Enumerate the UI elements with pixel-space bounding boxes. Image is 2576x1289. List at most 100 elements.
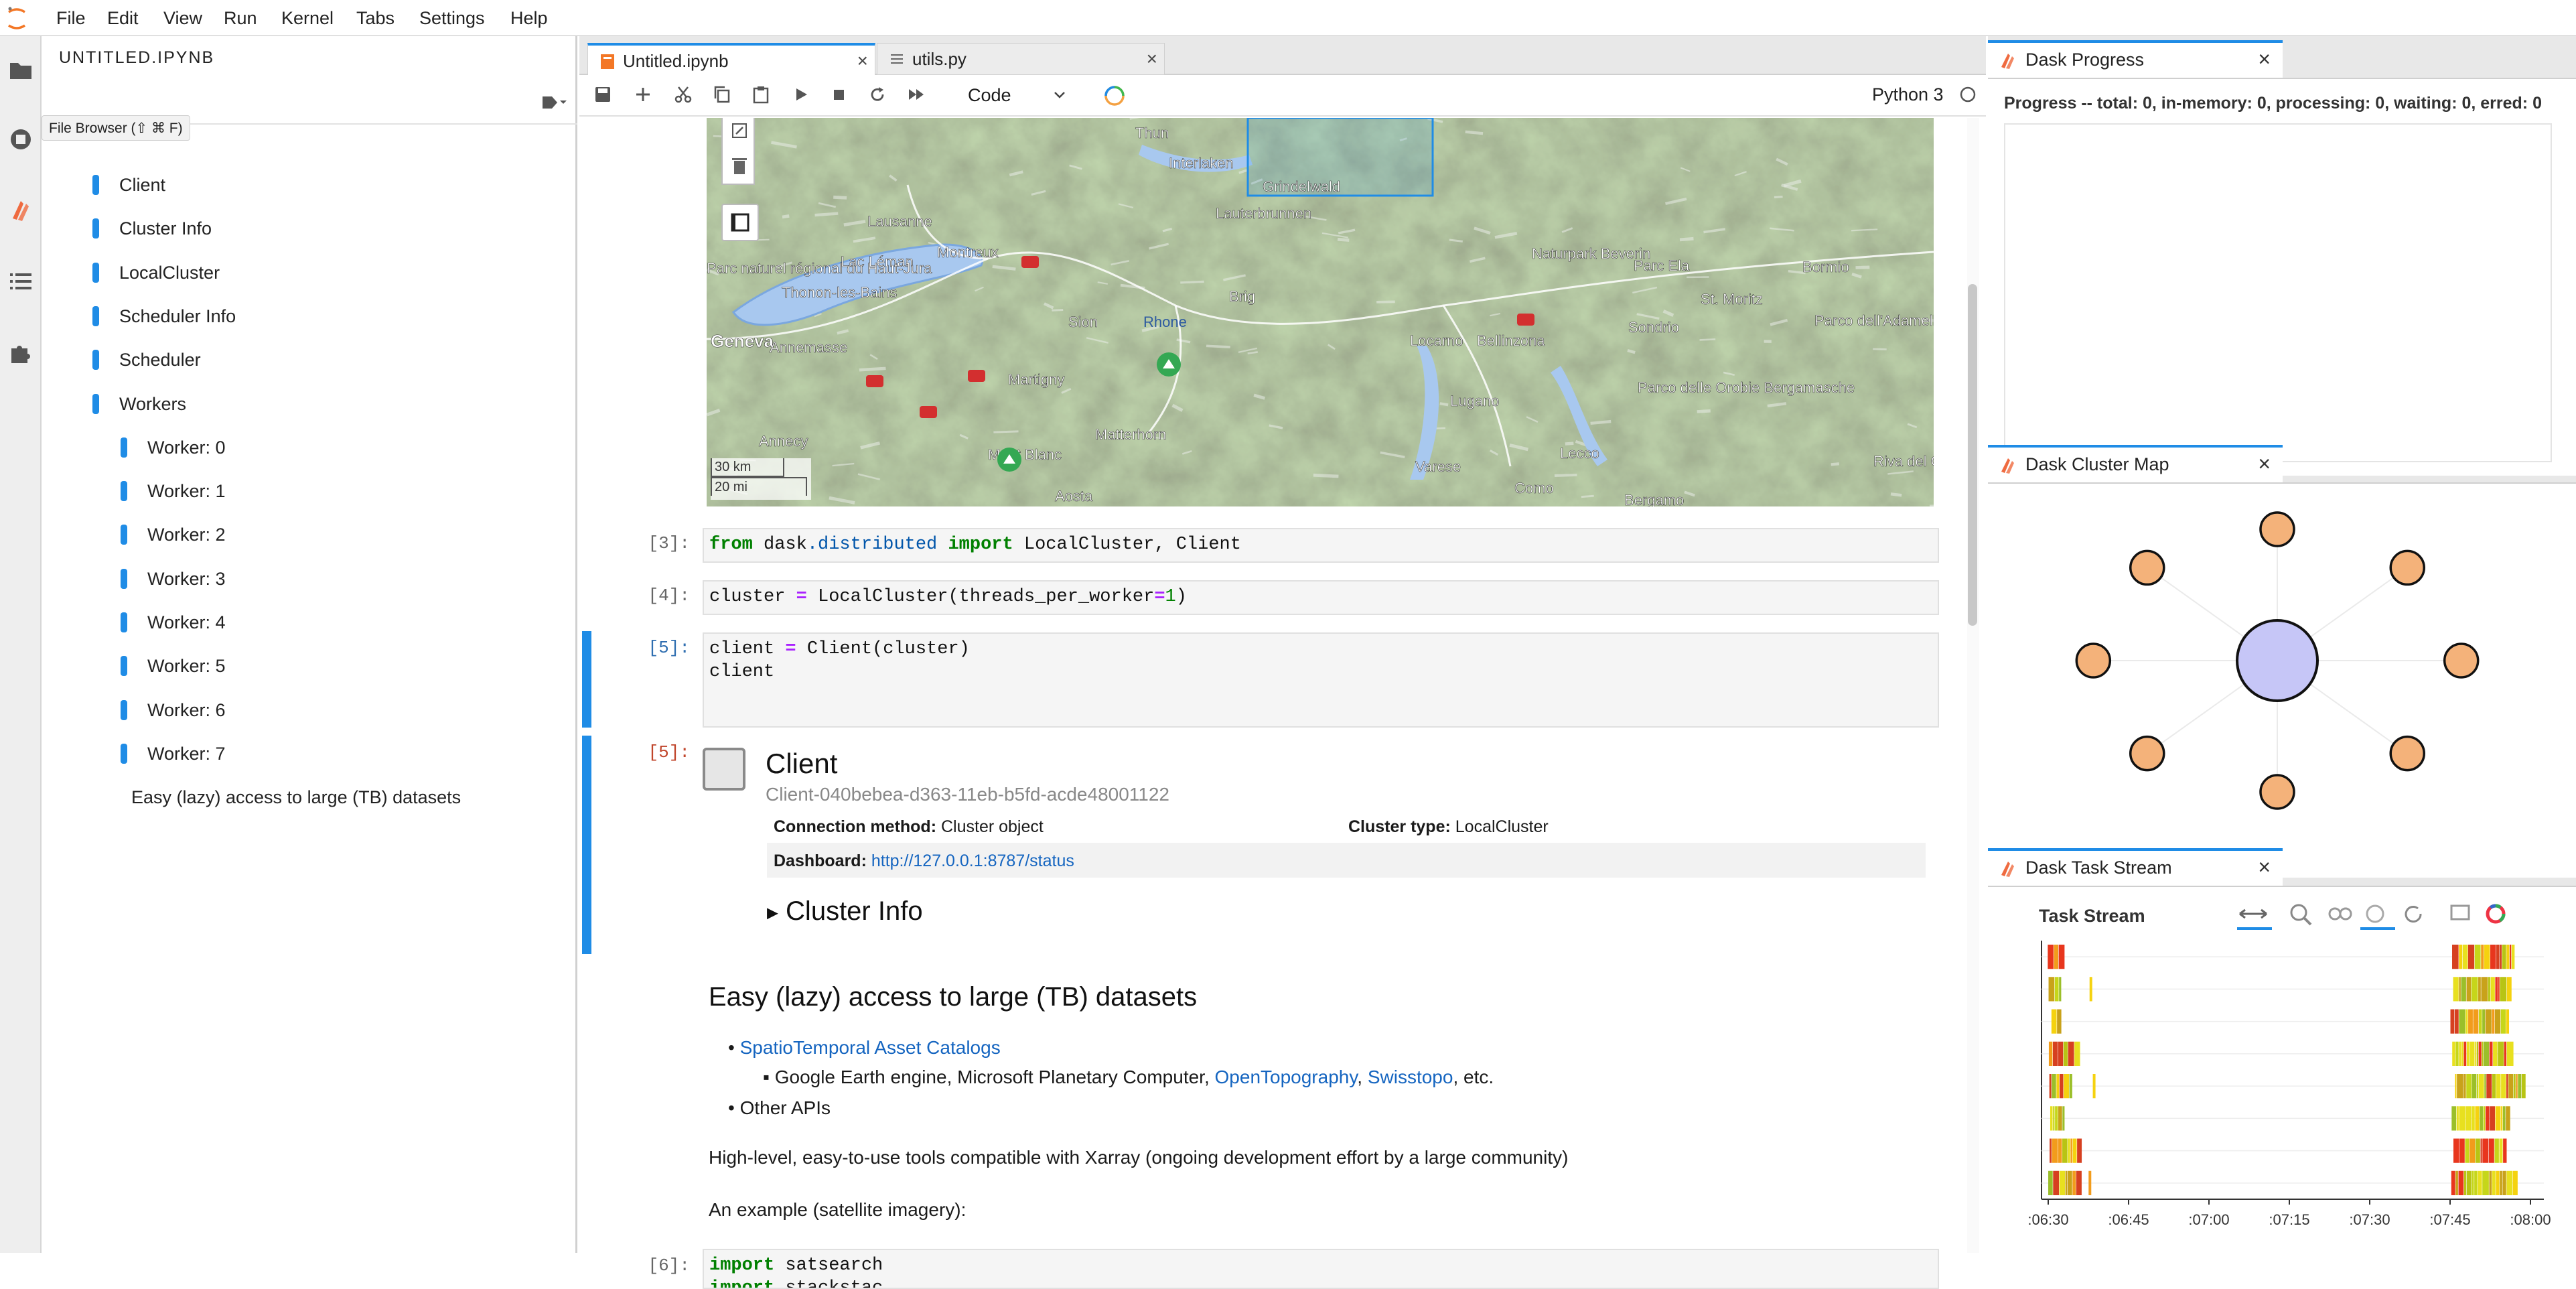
code-token: = bbox=[785, 639, 796, 659]
trash-icon[interactable] bbox=[731, 155, 748, 176]
run-icon[interactable] bbox=[791, 84, 814, 107]
code-token: import bbox=[709, 1256, 774, 1276]
tab-dask-task-stream[interactable]: Dask Task Stream × bbox=[1988, 848, 2283, 886]
task-bar bbox=[2482, 1042, 2483, 1066]
stop-icon[interactable] bbox=[829, 84, 851, 107]
toc-item[interactable]: Scheduler Info bbox=[119, 296, 236, 336]
code-cell[interactable]: from dask.distributed import LocalCluste… bbox=[703, 528, 1939, 563]
tab-dask-progress[interactable]: Dask Progress × bbox=[1988, 40, 2283, 78]
worker-node bbox=[2131, 737, 2164, 770]
dashboard-link[interactable]: http://127.0.0.1:8787/status bbox=[871, 852, 1074, 870]
paragraph: An example (satellite imagery): bbox=[709, 1199, 966, 1221]
map-place-label: Sondrio bbox=[1628, 319, 1679, 336]
code-token: = bbox=[1154, 587, 1165, 607]
toc-item[interactable]: Cluster Info bbox=[119, 208, 212, 249]
toc-item[interactable]: Worker: 5 bbox=[147, 646, 226, 686]
dask-task-stream-tabbar: Dask Task Stream × bbox=[1988, 844, 2576, 884]
toc-item-label: Worker: 0 bbox=[147, 437, 226, 458]
running-kernels-icon[interactable] bbox=[7, 126, 34, 153]
menu-tabs[interactable]: Tabs bbox=[356, 0, 395, 36]
add-cell-icon[interactable] bbox=[633, 84, 656, 107]
edit-layers-icon[interactable] bbox=[731, 122, 748, 139]
toc-item[interactable]: Worker: 6 bbox=[147, 690, 226, 730]
scrollbar-thumb[interactable] bbox=[1968, 284, 1977, 626]
fullscreen-button[interactable] bbox=[721, 204, 759, 241]
map-place-label: Geneva bbox=[711, 331, 774, 351]
map-place-label: Lauterbrunnen bbox=[1216, 205, 1311, 222]
toc-item[interactable]: Worker: 3 bbox=[147, 559, 226, 599]
task-bar bbox=[2514, 1074, 2516, 1098]
opentopography-link[interactable]: OpenTopography bbox=[1215, 1067, 1358, 1087]
menu-edit[interactable]: Edit bbox=[107, 0, 139, 36]
toc-item[interactable]: Easy (lazy) access to large (TB) dataset… bbox=[131, 777, 461, 817]
toc-marker bbox=[121, 525, 127, 545]
swisstopo-link[interactable]: Swisstopo bbox=[1368, 1067, 1453, 1087]
fast-forward-icon[interactable] bbox=[906, 84, 929, 107]
toc-item[interactable]: Worker: 7 bbox=[147, 734, 226, 774]
code-cell[interactable]: import satsearchimport stackstac bbox=[703, 1249, 1939, 1289]
toc-item-label: Worker: 7 bbox=[147, 744, 226, 764]
dask-icon[interactable] bbox=[7, 197, 34, 224]
stac-link[interactable]: SpatioTemporal Asset Catalogs bbox=[740, 1037, 1001, 1058]
task-bar bbox=[2502, 1171, 2506, 1195]
tab-dask-cluster-map[interactable]: Dask Cluster Map × bbox=[1988, 445, 2283, 482]
cut-icon[interactable] bbox=[673, 84, 696, 107]
task-bar bbox=[2489, 1171, 2492, 1195]
close-icon[interactable]: × bbox=[2258, 47, 2271, 72]
menu-view[interactable]: View bbox=[163, 0, 202, 36]
task-bar bbox=[2512, 945, 2515, 969]
triangle-right-icon: ▶ bbox=[767, 904, 778, 921]
folder-icon[interactable] bbox=[7, 56, 34, 83]
code-token: client bbox=[709, 639, 785, 659]
close-icon[interactable]: × bbox=[1147, 44, 1157, 74]
cluster-info-label: Cluster Info bbox=[786, 896, 923, 926]
toc-item[interactable]: Worker: 4 bbox=[147, 602, 226, 642]
restart-icon[interactable] bbox=[867, 84, 890, 107]
tag-filter-icon[interactable] bbox=[540, 92, 567, 113]
code-token: LocalCluster, Client bbox=[1013, 535, 1241, 555]
copy-icon[interactable] bbox=[712, 84, 735, 107]
menu-settings[interactable]: Settings bbox=[419, 0, 485, 36]
toc-marker bbox=[92, 263, 99, 283]
toc-item[interactable]: Worker: 2 bbox=[147, 515, 226, 555]
task-stream-chart[interactable]: :06:30:06:45:07:00:07:15:07:30:07:45:08:… bbox=[1988, 934, 2576, 1249]
close-icon[interactable]: × bbox=[857, 46, 868, 76]
task-bar bbox=[2490, 1106, 2495, 1130]
markdown-heading: Easy (lazy) access to large (TB) dataset… bbox=[709, 982, 1197, 1012]
menu-file[interactable]: File bbox=[56, 0, 86, 36]
client-widget-icon bbox=[703, 748, 745, 791]
extension-manager-icon[interactable] bbox=[7, 339, 34, 366]
close-icon[interactable]: × bbox=[2258, 855, 2271, 880]
task-bar bbox=[2476, 1139, 2480, 1163]
table-of-contents-icon[interactable] bbox=[7, 268, 34, 295]
map-place-label: Lausanne bbox=[867, 213, 932, 230]
menu-kernel[interactable]: Kernel bbox=[281, 0, 334, 36]
tab-untitled-ipynb[interactable]: Untitled.ipynb × bbox=[587, 43, 875, 76]
toc-item[interactable]: LocalCluster bbox=[119, 253, 220, 293]
task-bar bbox=[2059, 977, 2061, 1001]
dask-task-stream-panel: Task Stream :06:30:06:45:07:00:07:15:07:… bbox=[1988, 886, 2576, 1253]
paste-icon[interactable] bbox=[751, 84, 774, 107]
toc-item[interactable]: Client bbox=[119, 165, 165, 205]
kernel-name[interactable]: Python 3 bbox=[1872, 84, 1944, 105]
cell-type-select[interactable]: Code bbox=[968, 82, 1075, 109]
toc-item[interactable]: Workers bbox=[119, 384, 186, 424]
toc-item[interactable]: Worker: 1 bbox=[147, 471, 226, 511]
toc-item[interactable]: Scheduler bbox=[119, 340, 201, 380]
task-bar bbox=[2052, 1074, 2056, 1098]
tab-utils-py[interactable]: utils.py × bbox=[877, 43, 1165, 75]
task-bar bbox=[2490, 945, 2496, 969]
save-icon[interactable] bbox=[593, 84, 616, 107]
toc-item-label: Worker: 2 bbox=[147, 525, 226, 545]
code-cell-selected[interactable]: client = Client(cluster)client bbox=[703, 632, 1939, 728]
map-output[interactable]: ThunInterlakenLausanneMontreuxLac LémanP… bbox=[707, 118, 1934, 506]
code-cell[interactable]: cluster = LocalCluster(threads_per_worke… bbox=[703, 580, 1939, 615]
task-bar bbox=[2467, 1171, 2472, 1195]
task-bar bbox=[2457, 1074, 2463, 1098]
close-icon[interactable]: × bbox=[2258, 452, 2271, 476]
cluster-info-toggle[interactable]: ▶ Cluster Info bbox=[767, 896, 923, 927]
menu-help[interactable]: Help bbox=[510, 0, 548, 36]
dask-progress-tabbar: Dask Progress × bbox=[1988, 36, 2576, 76]
menu-run[interactable]: Run bbox=[224, 0, 257, 36]
toc-item[interactable]: Worker: 0 bbox=[147, 427, 226, 468]
